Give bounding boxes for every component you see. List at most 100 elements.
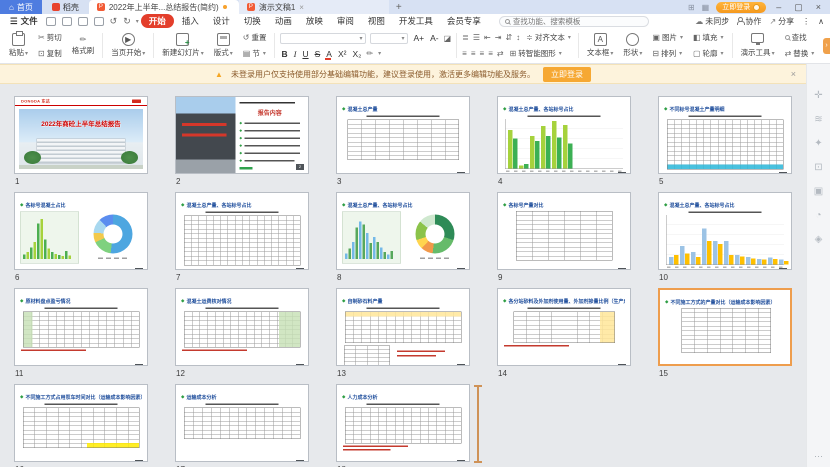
font-size-select[interactable]: ▾ — [370, 33, 408, 44]
slide-thumbnail-15[interactable]: ◆不同施工方式的产量对比（运输成本影响因素）15 — [658, 288, 792, 366]
tab-transition[interactable]: 切换 — [238, 14, 267, 28]
slide-thumbnail-13[interactable]: ◆自制砂石料产量13 — [336, 288, 470, 366]
picture-button[interactable]: ▣图片▾ — [650, 32, 685, 43]
new-tab-button[interactable]: + — [389, 0, 409, 14]
font-family-select[interactable]: ▾ — [280, 33, 366, 44]
rail-settings-icon[interactable]: ≋ — [814, 114, 822, 125]
collaborate-button[interactable]: 协作 — [737, 16, 761, 27]
format-painter-button[interactable]: ✏ 格式刷 — [67, 30, 100, 61]
shapes-button[interactable]: 形状▾ — [618, 30, 647, 61]
layout-button[interactable]: 版式▾ — [209, 30, 238, 61]
presentation-tools-button[interactable]: 演示工具▾ — [736, 30, 780, 61]
slide-thumbnail-8[interactable]: ◆混凝土总产量、各站标号占比8 — [336, 192, 470, 270]
text-direction-icon[interactable]: ⇵ — [505, 33, 512, 42]
rail-image-icon[interactable]: ▣ — [814, 186, 823, 197]
slide-thumbnail-18[interactable]: ◆人力成本分析18 — [336, 384, 470, 462]
collapse-ribbon-icon[interactable]: ∧ — [818, 17, 824, 26]
tab-design[interactable]: 设计 — [207, 14, 236, 28]
slide-thumbnail-2[interactable]: 报告内容◆◆◆◆◆◆2 — [175, 96, 309, 174]
tab-member[interactable]: 会员专享 — [441, 14, 487, 28]
bold-button[interactable]: B — [280, 49, 288, 59]
redo-icon[interactable]: ↻ — [121, 16, 133, 27]
align-center-icon[interactable]: ≡ — [471, 49, 476, 58]
increase-indent-icon[interactable]: ⇥ — [495, 33, 502, 42]
slide-thumbnail-17[interactable]: ◆运输成本分析17 — [175, 384, 309, 462]
rail-share-icon[interactable]: ✛ — [814, 90, 822, 101]
distribute-icon[interactable]: ⇄ — [497, 49, 504, 58]
copy-button[interactable]: ⊡复制 — [36, 48, 64, 59]
tab-docer[interactable]: 稻壳 — [42, 0, 89, 14]
tab-devtools[interactable]: 开发工具 — [393, 14, 439, 28]
slide-thumbnail-10[interactable]: ◆混凝土总产量、各站标号占比10 — [658, 192, 792, 270]
split-window-icon[interactable]: ⊞ — [688, 3, 695, 12]
undo-icon[interactable]: ↺ — [108, 16, 120, 27]
paste-button[interactable]: 粘贴▾ — [4, 30, 33, 61]
rail-badge-icon[interactable]: ◈ — [815, 234, 823, 245]
section-button[interactable]: ▤节▾ — [241, 48, 269, 59]
align-text-button[interactable]: ≑对齐文本▾ — [524, 32, 573, 43]
search-box[interactable] — [499, 16, 649, 27]
play-from-current-button[interactable]: ▶ 当页开始▾ — [106, 30, 150, 61]
tab-view[interactable]: 视图 — [362, 14, 391, 28]
align-left-icon[interactable]: ≡ — [462, 49, 467, 58]
print-preview-icon[interactable] — [94, 17, 104, 26]
slide-thumbnail-3[interactable]: ◆混凝土总产量3 — [336, 96, 470, 174]
find-button[interactable]: 查找 — [783, 32, 817, 43]
slide-thumbnail-14[interactable]: ◆各分站砂料及外加剂使用量、外加剂掺量比例（生产成本分析）14 — [497, 288, 631, 366]
increase-font-button[interactable]: A+ — [412, 33, 425, 43]
slide-thumbnail-16[interactable]: ◆不同施工方式占用泵车时间对比（运输成本影响因素）16 — [14, 384, 148, 462]
smart-graphic-button[interactable]: ⊞转智能图形▾ — [508, 48, 564, 59]
numbered-list-icon[interactable]: ☰ — [473, 33, 480, 42]
rail-layers-icon[interactable]: ⊡ — [814, 162, 822, 173]
tab-review[interactable]: 审阅 — [331, 14, 360, 28]
slide-thumbnail-1[interactable]: DONGDA 东达2022年商砼上半年总结报告 — [14, 96, 148, 174]
font-color-button[interactable]: A — [325, 49, 333, 59]
superscript-button[interactable]: X² — [337, 49, 348, 59]
search-input[interactable] — [513, 17, 633, 26]
arrange-button[interactable]: ⊟排列▾ — [650, 48, 685, 59]
tab-home-ribbon[interactable]: 开始 — [141, 14, 174, 28]
file-menu[interactable]: ☰ 文件 — [6, 15, 42, 27]
maximize-button[interactable]: ▢ — [791, 2, 806, 13]
cut-button[interactable]: ✂剪切 — [36, 32, 64, 43]
login-pill-button[interactable]: 立即登录 — [716, 2, 766, 13]
slide-thumbnail-4[interactable]: ◆混凝土总产量、各站标号占比4 — [497, 96, 631, 174]
tab-insert[interactable]: 插入 — [176, 14, 205, 28]
share-button[interactable]: ↗分享 — [769, 16, 794, 27]
sync-status[interactable]: ☁未同步 — [695, 16, 729, 27]
minimize-button[interactable]: – — [773, 2, 784, 12]
subscript-button[interactable]: X₂ — [351, 49, 362, 59]
decrease-indent-icon[interactable]: ⇤ — [484, 33, 491, 42]
insert-position-indicator[interactable] — [477, 386, 479, 462]
rail-beautify-icon[interactable]: ✦ — [814, 138, 822, 149]
export-icon[interactable] — [62, 17, 72, 26]
login-now-button[interactable]: 立即登录 — [543, 67, 591, 82]
italic-button[interactable]: I — [293, 49, 298, 59]
tab-document-2[interactable]: P 演示文稿1 × — [239, 0, 389, 14]
outline-button[interactable]: ▢轮廓▾ — [691, 48, 726, 59]
line-spacing-icon[interactable]: ↕ — [516, 33, 520, 42]
tab-animation[interactable]: 动画 — [269, 14, 298, 28]
more-options-icon[interactable]: ⋮ — [802, 17, 810, 26]
slide-thumbnail-6[interactable]: ◆各标号混凝土占比6 — [14, 192, 148, 270]
tab-slideshow[interactable]: 放映 — [300, 14, 329, 28]
rail-help-icon[interactable]: ◔ — [815, 210, 821, 221]
print-icon[interactable] — [78, 17, 88, 26]
slide-thumbnail-11[interactable]: ◆原材料盘点盈亏情况11 — [14, 288, 148, 366]
tab-home[interactable]: ⌂ 首页 — [0, 0, 42, 14]
new-slide-button[interactable]: 新建幻灯片▾ — [157, 30, 209, 61]
fill-button[interactable]: ◧填充▾ — [691, 32, 726, 43]
clear-format-icon[interactable]: ◪ — [444, 34, 452, 43]
highlight-icon[interactable]: ✏ — [366, 49, 373, 58]
close-button[interactable]: × — [813, 2, 824, 12]
underline-button[interactable]: U — [301, 49, 309, 59]
close-notice-icon[interactable]: × — [791, 69, 796, 79]
align-right-icon[interactable]: ≡ — [480, 49, 485, 58]
slide-thumbnail-9[interactable]: ◆各标号产量对比9 — [497, 192, 631, 270]
expand-panel-flag[interactable]: › — [823, 38, 830, 54]
strikethrough-button[interactable]: S — [314, 49, 322, 59]
grid-view-icon[interactable]: ▦ — [702, 3, 710, 12]
slide-thumbnail-7[interactable]: ◆混凝土总产量、各站标号占比7 — [175, 192, 309, 270]
slide-thumbnail-5[interactable]: ◆不同标号混凝土产量明细5 — [658, 96, 792, 174]
justify-icon[interactable]: ≡ — [488, 49, 493, 58]
